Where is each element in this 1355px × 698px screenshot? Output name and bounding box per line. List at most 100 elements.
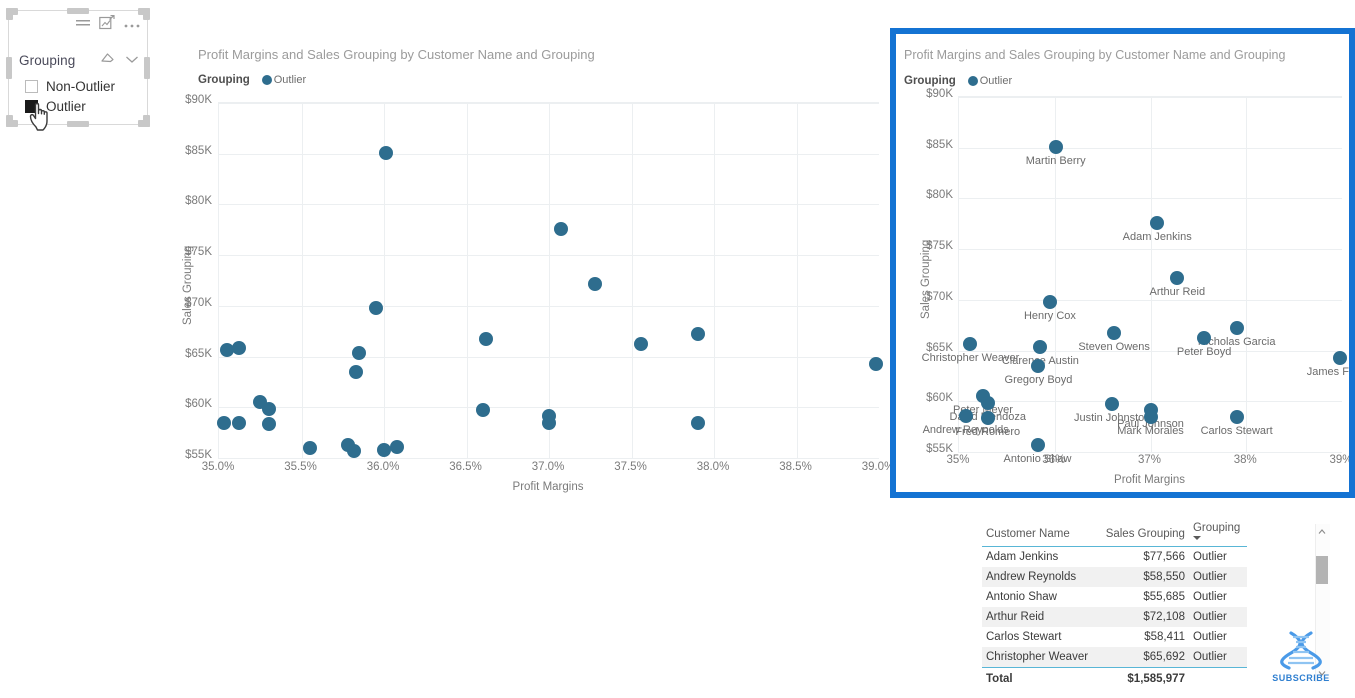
resize-handle-bottom-middle[interactable]	[67, 121, 89, 127]
scatter-point[interactable]	[1170, 271, 1185, 286]
scatter-point[interactable]	[690, 416, 705, 431]
cell-customer-name: Arthur Reid	[982, 607, 1098, 627]
scatter-point[interactable]	[352, 346, 367, 361]
y-axis-tick: $85K	[926, 138, 953, 151]
scatter-point[interactable]	[958, 408, 973, 423]
resize-handle-right-middle[interactable]	[144, 56, 150, 79]
column-header-customer-name[interactable]: Customer Name	[982, 520, 1098, 547]
scatter-chart-right-selected[interactable]: Profit Margins and Sales Grouping by Cus…	[890, 28, 1355, 498]
x-axis-tick: 36.5%	[449, 461, 482, 473]
scatter-point[interactable]	[368, 300, 383, 315]
resize-handle-top-left-2[interactable]	[6, 8, 18, 15]
scatter-point-label: Gregory Boyd	[1004, 373, 1073, 386]
cell-sales-grouping: $77,566	[1143, 551, 1185, 563]
cell-grouping: Outlier	[1192, 551, 1227, 563]
scatter-point[interactable]	[980, 411, 995, 426]
scroll-up-arrow-icon[interactable]	[1317, 527, 1327, 537]
table-row[interactable]: Arthur Reid $72,108 Outlier	[982, 607, 1247, 627]
scatter-point[interactable]	[261, 417, 276, 432]
table: Customer Name Sales Grouping Grouping Ad…	[982, 520, 1247, 689]
chevron-down-icon[interactable]	[125, 51, 139, 69]
scatter-point[interactable]	[231, 416, 246, 431]
checkbox-non-outlier[interactable]	[25, 80, 38, 93]
scatter-point[interactable]	[1033, 340, 1048, 355]
resize-handle-top-middle[interactable]	[67, 8, 89, 14]
scatter-point[interactable]	[261, 402, 276, 417]
plot-area[interactable]	[216, 102, 883, 459]
table-row[interactable]: Antonio Shaw $55,685 Outlier	[982, 587, 1247, 607]
sort-descending-icon[interactable]	[1192, 536, 1201, 540]
scatter-point[interactable]	[378, 146, 393, 161]
slicer-item-label: Non-Outlier	[46, 79, 116, 94]
gridline-vertical	[631, 103, 633, 458]
gridline-vertical	[714, 103, 715, 458]
scatter-point[interactable]	[980, 396, 995, 411]
cell-grouping: Outlier	[1192, 591, 1227, 603]
grouping-slicer[interactable]: Grouping Non-Outlier Outlier	[6, 8, 150, 131]
scatter-point[interactable]	[690, 326, 705, 341]
scatter-point[interactable]	[1030, 438, 1045, 453]
plot-area[interactable]: Martin Berry Adam Jenkins Arthur Reid Henry…	[922, 96, 1349, 465]
scatter-point[interactable]	[1143, 410, 1158, 424]
scatter-point[interactable]	[588, 277, 603, 292]
scatter-point[interactable]	[963, 336, 978, 351]
cell-sales-grouping: $58,550	[1097, 567, 1189, 587]
resize-handle-bottom-left-2[interactable]	[6, 120, 18, 127]
table-row[interactable]: Carlos Stewart $58,411 Outlier	[982, 627, 1247, 647]
scatter-point[interactable]	[377, 443, 391, 458]
resize-handle-bottom-right-2[interactable]	[138, 120, 150, 127]
scatter-point[interactable]	[216, 415, 231, 430]
eraser-icon[interactable]	[100, 51, 115, 69]
gridline-vertical	[549, 103, 550, 458]
cell-customer-name: Carlos Stewart	[986, 631, 1062, 643]
table-header-row: Customer Name Sales Grouping Grouping	[982, 520, 1247, 547]
column-header-sales-grouping[interactable]: Sales Grouping	[1097, 520, 1189, 547]
scatter-point[interactable]	[1229, 320, 1244, 335]
scatter-point[interactable]	[542, 416, 556, 430]
filter-icon[interactable]	[75, 16, 91, 34]
legend-value[interactable]: Outlier	[274, 74, 306, 86]
focus-mode-icon[interactable]	[99, 14, 115, 35]
outliers-table[interactable]: Customer Name Sales Grouping Grouping Ad…	[982, 520, 1247, 692]
chart-title: Profit Margins and Sales Grouping by Cus…	[198, 47, 595, 62]
scatter-point[interactable]	[347, 444, 362, 459]
table-row[interactable]: Andrew Reynolds $58,550 Outlier	[982, 567, 1247, 587]
scatter-point[interactable]	[1107, 325, 1122, 340]
scatter-point[interactable]	[476, 402, 490, 417]
scatter-point[interactable]	[1197, 330, 1212, 345]
scatter-point[interactable]	[1229, 410, 1244, 425]
scatter-point[interactable]	[868, 356, 883, 371]
scatter-point[interactable]	[634, 336, 649, 351]
scatter-point[interactable]	[1042, 294, 1057, 309]
scatter-point[interactable]	[1031, 358, 1046, 373]
scatter-point[interactable]	[479, 331, 494, 346]
resize-handle-left-middle[interactable]	[6, 56, 12, 79]
more-options-icon[interactable]	[123, 16, 141, 34]
slicer-title: Grouping	[19, 52, 76, 68]
table-row[interactable]: Christopher Weaver $65,692 Outlier	[982, 647, 1247, 668]
scatter-point[interactable]	[302, 440, 317, 455]
scatter-point[interactable]	[1333, 350, 1348, 365]
legend-value[interactable]: Outlier	[980, 75, 1012, 87]
y-axis-tick: $70K	[926, 290, 953, 303]
x-axis-tick: 37%	[1137, 454, 1162, 466]
scatter-point[interactable]	[348, 364, 363, 379]
scatter-point[interactable]	[390, 439, 405, 454]
scatter-point[interactable]	[553, 222, 568, 237]
scatter-point[interactable]	[1150, 216, 1165, 231]
scatter-point[interactable]	[1048, 140, 1063, 155]
table-row[interactable]: Adam Jenkins $77,566 Outlier	[982, 547, 1247, 568]
x-axis-tick: 35.0%	[201, 461, 235, 473]
scatter-chart-left[interactable]: Profit Margins and Sales Grouping by Cus…	[160, 40, 894, 500]
gridline-vertical	[1246, 97, 1248, 452]
resize-handle-top-right-2[interactable]	[138, 8, 150, 15]
slicer-item-non-outlier[interactable]: Non-Outlier	[25, 79, 115, 94]
y-axis-tick: $75K	[185, 246, 212, 259]
scatter-point[interactable]	[231, 340, 246, 355]
scatter-point-label: Steven Owens	[1078, 340, 1150, 353]
column-header-grouping[interactable]: Grouping	[1188, 520, 1247, 547]
gridline-vertical	[466, 103, 468, 458]
table-scrollbar-thumb[interactable]	[1316, 556, 1328, 584]
legend-title: Grouping	[904, 75, 956, 87]
scatter-point[interactable]	[1105, 396, 1120, 411]
